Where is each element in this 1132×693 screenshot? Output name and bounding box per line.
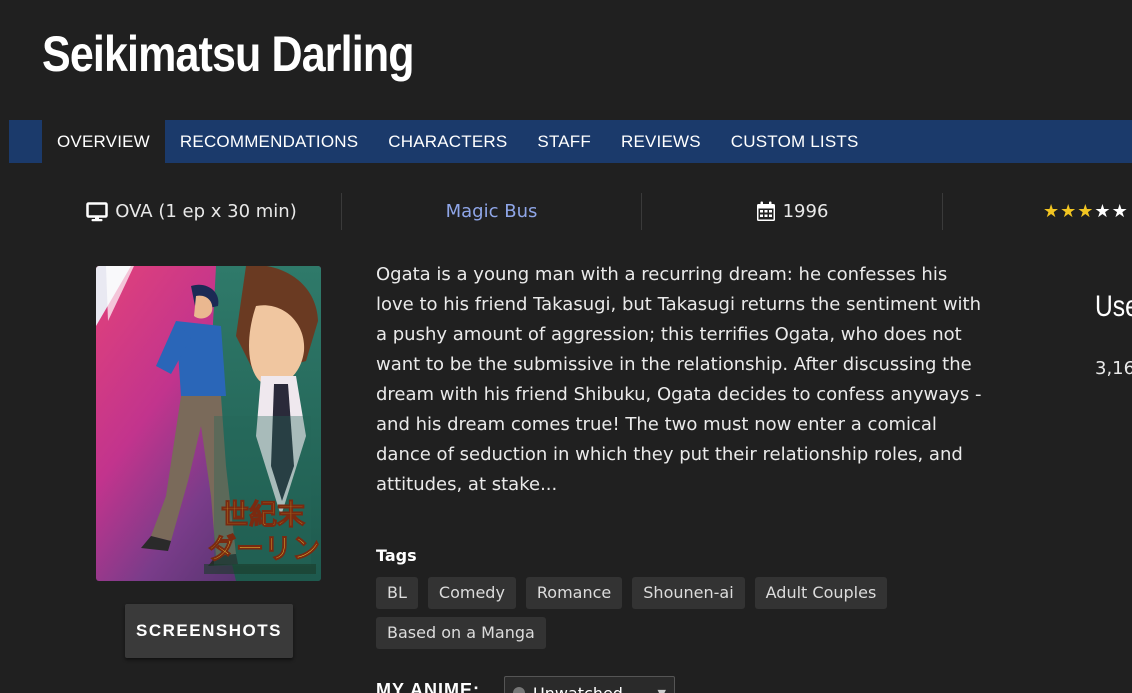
tab-characters[interactable]: CHARACTERS: [373, 120, 522, 163]
info-year-text: 1996: [782, 201, 829, 222]
status-dot-icon: [513, 687, 525, 693]
tag-shounen-ai[interactable]: Shounen-ai: [632, 577, 745, 609]
tab-recommendations[interactable]: RECOMMENDATIONS: [165, 120, 373, 163]
tab-custom-lists[interactable]: CUSTOM LISTS: [716, 120, 874, 163]
cover-image: 世紀末 ダーリン: [96, 266, 321, 581]
monitor-icon: [86, 201, 109, 222]
svg-text:ダーリン: ダーリン: [208, 532, 320, 565]
tab-bar: OVERVIEW RECOMMENDATIONS CHARACTERS STAF…: [9, 120, 1132, 163]
info-bar: OVA (1 ep x 30 min) Magic Bus 1996 ★ ★ ★…: [42, 193, 1132, 230]
page: Seikimatsu Darling OVERVIEW RECOMMENDATI…: [0, 0, 1132, 693]
star-filled-icon: ★: [1043, 200, 1060, 222]
screenshots-button[interactable]: SCREENSHOTS: [125, 604, 293, 658]
info-rating: ★ ★ ★ ★ ★: [943, 193, 1132, 230]
star-empty-icon: ★: [1111, 200, 1128, 222]
info-year: 1996: [642, 193, 943, 230]
sidebar-count: 3,16: [1095, 358, 1132, 379]
star-filled-icon: ★: [1060, 200, 1077, 222]
tab-overview[interactable]: OVERVIEW: [42, 120, 165, 163]
synopsis: Ogata is a young man with a recurring dr…: [376, 264, 982, 495]
chevron-down-icon: ▼: [657, 686, 666, 693]
cover-logo: 世紀末: [221, 498, 305, 531]
tab-reviews[interactable]: REVIEWS: [606, 120, 716, 163]
tag-romance[interactable]: Romance: [525, 577, 623, 609]
info-type: OVA (1 ep x 30 min): [42, 193, 342, 230]
tag-bl[interactable]: BL: [376, 577, 418, 609]
tag-based-on-a-manga[interactable]: Based on a Manga: [376, 617, 546, 649]
star-filled-icon: ★: [1077, 200, 1094, 222]
tag-list: BL Comedy Romance Shounen-ai Adult Coupl…: [376, 577, 936, 649]
info-type-text: OVA (1 ep x 30 min): [115, 201, 297, 222]
tag-adult-couples[interactable]: Adult Couples: [754, 577, 888, 609]
my-anime-label: MY ANIME:: [376, 680, 481, 693]
watch-status-value: Unwatched: [533, 683, 623, 693]
tag-comedy[interactable]: Comedy: [427, 577, 516, 609]
studio-link[interactable]: Magic Bus: [446, 201, 538, 222]
page-title: Seikimatsu Darling: [42, 26, 415, 82]
star-empty-icon: ★: [1094, 200, 1111, 222]
tags-heading: Tags: [376, 546, 417, 565]
rating-stars: ★ ★ ★ ★ ★: [1043, 200, 1128, 222]
sidebar-heading: Use: [1095, 290, 1132, 323]
tab-staff[interactable]: STAFF: [522, 120, 606, 163]
watch-status-select[interactable]: Unwatched ▼: [504, 676, 675, 693]
info-studio: Magic Bus: [342, 193, 642, 230]
calendar-icon: [756, 201, 776, 222]
